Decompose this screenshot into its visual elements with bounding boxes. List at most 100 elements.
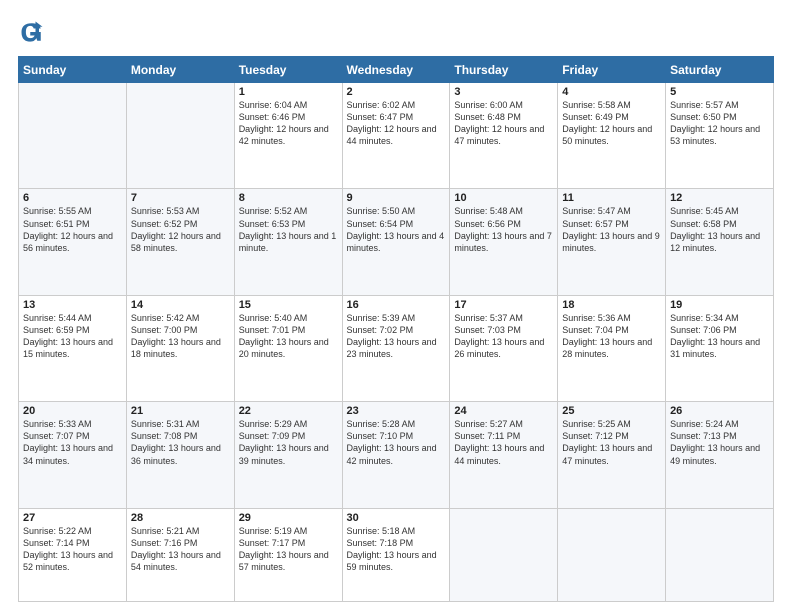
calendar-cell: 9Sunrise: 5:50 AMSunset: 6:54 PMDaylight… bbox=[342, 189, 450, 295]
calendar-cell: 2Sunrise: 6:02 AMSunset: 6:47 PMDaylight… bbox=[342, 83, 450, 189]
calendar-cell: 11Sunrise: 5:47 AMSunset: 6:57 PMDayligh… bbox=[558, 189, 666, 295]
calendar-cell: 6Sunrise: 5:55 AMSunset: 6:51 PMDaylight… bbox=[19, 189, 127, 295]
day-info: Sunrise: 5:18 AMSunset: 7:18 PMDaylight:… bbox=[347, 525, 446, 574]
day-number: 6 bbox=[23, 192, 122, 204]
calendar-week-row: 13Sunrise: 5:44 AMSunset: 6:59 PMDayligh… bbox=[19, 295, 774, 401]
days-header-row: SundayMondayTuesdayWednesdayThursdayFrid… bbox=[19, 57, 774, 83]
day-info: Sunrise: 5:31 AMSunset: 7:08 PMDaylight:… bbox=[131, 418, 230, 467]
calendar-cell: 25Sunrise: 5:25 AMSunset: 7:12 PMDayligh… bbox=[558, 402, 666, 508]
day-info: Sunrise: 5:40 AMSunset: 7:01 PMDaylight:… bbox=[239, 312, 338, 361]
day-number: 26 bbox=[670, 405, 769, 417]
calendar-cell bbox=[450, 508, 558, 601]
day-info: Sunrise: 5:52 AMSunset: 6:53 PMDaylight:… bbox=[239, 205, 338, 254]
day-number: 18 bbox=[562, 299, 661, 311]
day-number: 10 bbox=[454, 192, 553, 204]
day-number: 17 bbox=[454, 299, 553, 311]
calendar-cell bbox=[666, 508, 774, 601]
day-info: Sunrise: 5:22 AMSunset: 7:14 PMDaylight:… bbox=[23, 525, 122, 574]
day-number: 24 bbox=[454, 405, 553, 417]
calendar-cell: 24Sunrise: 5:27 AMSunset: 7:11 PMDayligh… bbox=[450, 402, 558, 508]
day-info: Sunrise: 5:42 AMSunset: 7:00 PMDaylight:… bbox=[131, 312, 230, 361]
page: SundayMondayTuesdayWednesdayThursdayFrid… bbox=[0, 0, 792, 612]
day-header: Thursday bbox=[450, 57, 558, 83]
calendar-table: SundayMondayTuesdayWednesdayThursdayFrid… bbox=[18, 56, 774, 602]
calendar-cell: 20Sunrise: 5:33 AMSunset: 7:07 PMDayligh… bbox=[19, 402, 127, 508]
calendar-cell: 28Sunrise: 5:21 AMSunset: 7:16 PMDayligh… bbox=[126, 508, 234, 601]
logo-icon bbox=[18, 18, 46, 46]
calendar-cell: 18Sunrise: 5:36 AMSunset: 7:04 PMDayligh… bbox=[558, 295, 666, 401]
calendar-cell: 21Sunrise: 5:31 AMSunset: 7:08 PMDayligh… bbox=[126, 402, 234, 508]
day-info: Sunrise: 5:53 AMSunset: 6:52 PMDaylight:… bbox=[131, 205, 230, 254]
day-number: 19 bbox=[670, 299, 769, 311]
calendar-header: SundayMondayTuesdayWednesdayThursdayFrid… bbox=[19, 57, 774, 83]
day-info: Sunrise: 5:28 AMSunset: 7:10 PMDaylight:… bbox=[347, 418, 446, 467]
calendar-cell: 19Sunrise: 5:34 AMSunset: 7:06 PMDayligh… bbox=[666, 295, 774, 401]
calendar-week-row: 27Sunrise: 5:22 AMSunset: 7:14 PMDayligh… bbox=[19, 508, 774, 601]
day-header: Tuesday bbox=[234, 57, 342, 83]
day-info: Sunrise: 5:37 AMSunset: 7:03 PMDaylight:… bbox=[454, 312, 553, 361]
calendar-cell: 15Sunrise: 5:40 AMSunset: 7:01 PMDayligh… bbox=[234, 295, 342, 401]
day-info: Sunrise: 6:02 AMSunset: 6:47 PMDaylight:… bbox=[347, 99, 446, 148]
day-info: Sunrise: 5:57 AMSunset: 6:50 PMDaylight:… bbox=[670, 99, 769, 148]
day-header: Monday bbox=[126, 57, 234, 83]
day-info: Sunrise: 5:48 AMSunset: 6:56 PMDaylight:… bbox=[454, 205, 553, 254]
day-info: Sunrise: 5:34 AMSunset: 7:06 PMDaylight:… bbox=[670, 312, 769, 361]
day-info: Sunrise: 5:58 AMSunset: 6:49 PMDaylight:… bbox=[562, 99, 661, 148]
day-info: Sunrise: 5:33 AMSunset: 7:07 PMDaylight:… bbox=[23, 418, 122, 467]
calendar-cell: 26Sunrise: 5:24 AMSunset: 7:13 PMDayligh… bbox=[666, 402, 774, 508]
calendar-cell: 10Sunrise: 5:48 AMSunset: 6:56 PMDayligh… bbox=[450, 189, 558, 295]
calendar-cell: 14Sunrise: 5:42 AMSunset: 7:00 PMDayligh… bbox=[126, 295, 234, 401]
calendar-cell bbox=[558, 508, 666, 601]
day-number: 23 bbox=[347, 405, 446, 417]
day-info: Sunrise: 5:50 AMSunset: 6:54 PMDaylight:… bbox=[347, 205, 446, 254]
day-number: 12 bbox=[670, 192, 769, 204]
day-number: 2 bbox=[347, 86, 446, 98]
calendar-cell: 23Sunrise: 5:28 AMSunset: 7:10 PMDayligh… bbox=[342, 402, 450, 508]
calendar-cell: 7Sunrise: 5:53 AMSunset: 6:52 PMDaylight… bbox=[126, 189, 234, 295]
day-number: 22 bbox=[239, 405, 338, 417]
day-number: 29 bbox=[239, 512, 338, 524]
day-info: Sunrise: 5:19 AMSunset: 7:17 PMDaylight:… bbox=[239, 525, 338, 574]
header bbox=[18, 18, 774, 46]
calendar-cell bbox=[19, 83, 127, 189]
calendar-cell: 13Sunrise: 5:44 AMSunset: 6:59 PMDayligh… bbox=[19, 295, 127, 401]
day-number: 28 bbox=[131, 512, 230, 524]
day-info: Sunrise: 5:45 AMSunset: 6:58 PMDaylight:… bbox=[670, 205, 769, 254]
day-number: 8 bbox=[239, 192, 338, 204]
calendar-body: 1Sunrise: 6:04 AMSunset: 6:46 PMDaylight… bbox=[19, 83, 774, 602]
day-info: Sunrise: 5:36 AMSunset: 7:04 PMDaylight:… bbox=[562, 312, 661, 361]
calendar-cell: 8Sunrise: 5:52 AMSunset: 6:53 PMDaylight… bbox=[234, 189, 342, 295]
calendar-cell: 3Sunrise: 6:00 AMSunset: 6:48 PMDaylight… bbox=[450, 83, 558, 189]
day-number: 27 bbox=[23, 512, 122, 524]
day-number: 7 bbox=[131, 192, 230, 204]
calendar-cell: 1Sunrise: 6:04 AMSunset: 6:46 PMDaylight… bbox=[234, 83, 342, 189]
day-number: 9 bbox=[347, 192, 446, 204]
day-number: 4 bbox=[562, 86, 661, 98]
day-number: 3 bbox=[454, 86, 553, 98]
day-info: Sunrise: 5:44 AMSunset: 6:59 PMDaylight:… bbox=[23, 312, 122, 361]
day-number: 11 bbox=[562, 192, 661, 204]
calendar-week-row: 20Sunrise: 5:33 AMSunset: 7:07 PMDayligh… bbox=[19, 402, 774, 508]
calendar-cell bbox=[126, 83, 234, 189]
day-info: Sunrise: 6:04 AMSunset: 6:46 PMDaylight:… bbox=[239, 99, 338, 148]
day-info: Sunrise: 5:29 AMSunset: 7:09 PMDaylight:… bbox=[239, 418, 338, 467]
logo bbox=[18, 18, 50, 46]
calendar-cell: 22Sunrise: 5:29 AMSunset: 7:09 PMDayligh… bbox=[234, 402, 342, 508]
day-number: 16 bbox=[347, 299, 446, 311]
calendar-cell: 5Sunrise: 5:57 AMSunset: 6:50 PMDaylight… bbox=[666, 83, 774, 189]
day-info: Sunrise: 5:39 AMSunset: 7:02 PMDaylight:… bbox=[347, 312, 446, 361]
calendar-cell: 4Sunrise: 5:58 AMSunset: 6:49 PMDaylight… bbox=[558, 83, 666, 189]
day-header: Wednesday bbox=[342, 57, 450, 83]
day-number: 15 bbox=[239, 299, 338, 311]
day-number: 14 bbox=[131, 299, 230, 311]
day-number: 21 bbox=[131, 405, 230, 417]
day-number: 1 bbox=[239, 86, 338, 98]
day-header: Friday bbox=[558, 57, 666, 83]
day-header: Saturday bbox=[666, 57, 774, 83]
calendar-week-row: 6Sunrise: 5:55 AMSunset: 6:51 PMDaylight… bbox=[19, 189, 774, 295]
day-info: Sunrise: 5:27 AMSunset: 7:11 PMDaylight:… bbox=[454, 418, 553, 467]
day-info: Sunrise: 5:21 AMSunset: 7:16 PMDaylight:… bbox=[131, 525, 230, 574]
day-number: 25 bbox=[562, 405, 661, 417]
day-info: Sunrise: 6:00 AMSunset: 6:48 PMDaylight:… bbox=[454, 99, 553, 148]
calendar-cell: 17Sunrise: 5:37 AMSunset: 7:03 PMDayligh… bbox=[450, 295, 558, 401]
